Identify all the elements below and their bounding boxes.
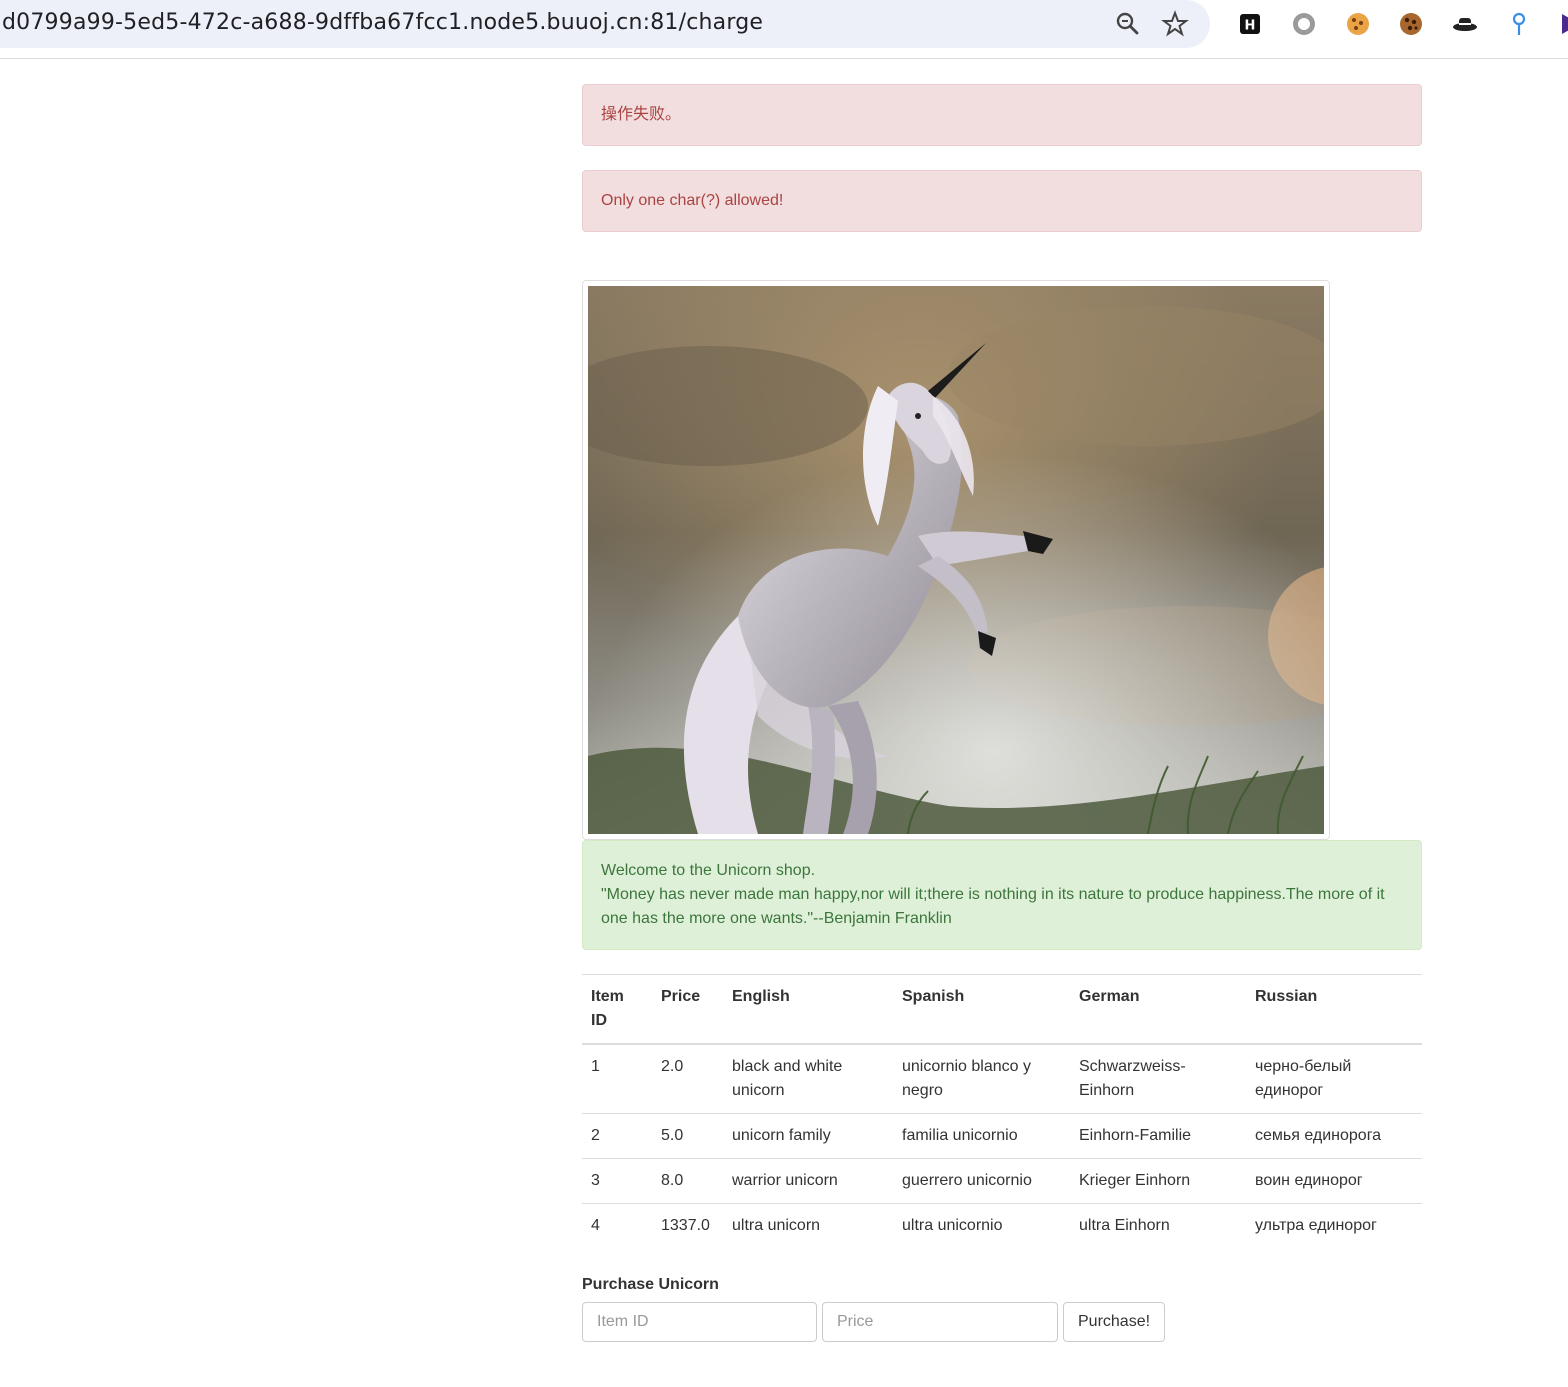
error-alert-one-char: Only one char(?) allowed! [582,170,1422,232]
welcome-text: Welcome to the Unicorn shop. [601,862,816,879]
cell-spanish: ultra unicornio [893,1203,1070,1248]
cell-price: 8.0 [652,1158,723,1204]
url-text[interactable]: d0799a99-5ed5-472c-a688-9dffba67fcc1.nod… [2,10,763,35]
unicorn-price-table: Item ID Price English Spanish German Rus… [582,974,1422,1248]
cell-russian: черно-белый единорог [1246,1043,1422,1114]
cell-spanish: familia unicornio [893,1113,1070,1159]
cookie-extension-icon[interactable] [1344,10,1372,38]
pin-extension-icon[interactable] [1505,10,1533,38]
browser-toolbar: d0799a99-5ed5-472c-a688-9dffba67fcc1.nod… [0,0,1568,59]
cookie-editor-icon[interactable] [1397,10,1425,38]
cell-price: 2.0 [652,1043,723,1114]
header-german: German [1070,974,1246,1045]
header-item-id: Item ID [582,974,652,1045]
cell-price: 5.0 [652,1113,723,1159]
purchase-form-title: Purchase Unicorn [582,1276,719,1293]
table-header-row: Item ID Price English Spanish German Rus… [582,974,1422,1045]
cell-english: black and white unicorn [723,1043,893,1114]
item-id-input[interactable] [582,1302,817,1342]
cell-english: warrior unicorn [723,1158,893,1204]
cell-russian: семья единорога [1246,1113,1422,1159]
shop-section: Welcome to the Unicorn shop. "Money has … [582,840,1422,1342]
main-content: 操作失败。 Only one char(?) allowed! [582,84,1422,232]
header-russian: Russian [1246,974,1422,1045]
table-row: 2 5.0 unicorn family familia unicornio E… [582,1113,1422,1159]
cell-russian: ультра единорог [1246,1203,1422,1248]
header-english: English [723,974,893,1045]
cell-russian: воин единорог [1246,1158,1422,1204]
table-row: 4 1337.0 ultra unicorn ultra unicornio u… [582,1203,1422,1248]
cell-german: Krieger Einhorn [1070,1158,1246,1204]
cell-english: ultra unicorn [723,1203,893,1248]
unicorn-image-frame [582,280,1330,840]
cell-price: 1337.0 [652,1203,723,1248]
table-row: 3 8.0 warrior unicorn guerrero unicornio… [582,1158,1422,1204]
hat-extension-icon[interactable] [1451,10,1479,38]
table-row: 1 2.0 black and white unicorn unicornio … [582,1043,1422,1114]
cell-german: Schwarzweiss-Einhorn [1070,1043,1246,1114]
bookmark-star-icon[interactable] [1161,10,1189,38]
cell-item-id: 2 [582,1113,652,1159]
cell-english: unicorn family [723,1113,893,1159]
franklin-quote: "Money has never made man happy,nor will… [601,886,1385,927]
cell-item-id: 3 [582,1158,652,1204]
cell-spanish: unicornio blanco y negro [893,1043,1070,1114]
svg-text:H: H [1245,19,1256,34]
zoom-icon[interactable] [1114,10,1142,38]
cell-german: ultra Einhorn [1070,1203,1246,1248]
record-extension-icon[interactable] [1290,10,1318,38]
address-bar[interactable]: d0799a99-5ed5-472c-a688-9dffba67fcc1.nod… [0,0,1210,48]
purchase-form: Purchase Unicorn Purchase! [582,1276,1422,1342]
cell-item-id: 1 [582,1043,652,1114]
purchase-button[interactable]: Purchase! [1063,1302,1166,1342]
welcome-alert: Welcome to the Unicorn shop. "Money has … [582,840,1422,950]
overflow-extension-icon[interactable] [1556,10,1568,38]
price-input[interactable] [822,1302,1058,1342]
cell-spanish: guerrero unicornio [893,1158,1070,1204]
unicorn-rearing-image [588,286,1324,834]
header-price: Price [652,974,723,1045]
cell-german: Einhorn-Familie [1070,1113,1246,1159]
purchase-form-row: Purchase! [582,1302,1422,1342]
header-spanish: Spanish [893,974,1070,1045]
cell-item-id: 4 [582,1203,652,1248]
error-alert-operation-failed: 操作失败。 [582,84,1422,146]
h-extension-icon[interactable]: H [1236,10,1264,38]
